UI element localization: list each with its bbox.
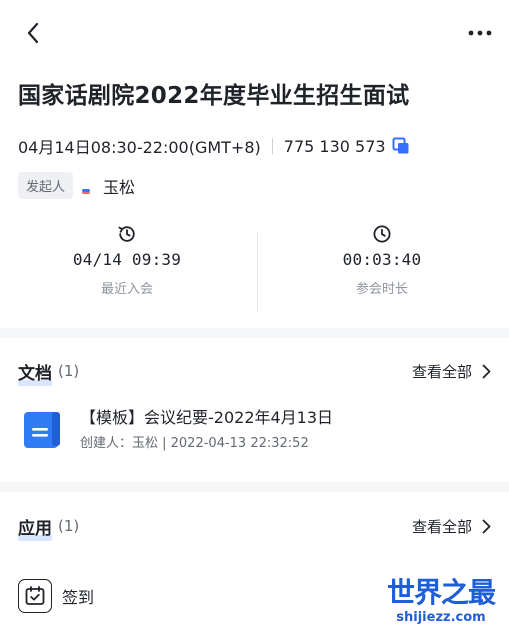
apps-count: (1) <box>58 517 80 535</box>
doc-file-icon <box>24 412 60 448</box>
back-button[interactable] <box>18 18 48 48</box>
meeting-title: 国家话剧院2022年度毕业生招生面试 <box>18 83 410 109</box>
documents-view-all-button[interactable]: 查看全部 <box>412 361 491 382</box>
document-title: 【模板】会议纪要-2022年4月13日 <box>80 408 334 427</box>
section-divider <box>0 482 509 492</box>
apps-section-header: 应用 (1) 查看全部 <box>18 511 491 541</box>
more-horizontal-icon <box>468 30 492 36</box>
documents-title: 文档 <box>18 359 52 386</box>
app-label: 签到 <box>62 588 95 607</box>
history-clock-icon <box>118 226 135 242</box>
meeting-meta: 04月14日08:30-22:00(GMT+8) 775 130 573 <box>18 134 410 158</box>
recent-join-stat: 04/14 09:39 最近入会 <box>0 218 254 318</box>
chevron-right-icon <box>482 519 491 534</box>
host-tag: 发起人 <box>18 172 74 199</box>
top-bar <box>0 0 509 64</box>
chevron-left-icon <box>27 22 39 44</box>
duration-stat: 00:03:40 参会时长 <box>255 218 509 318</box>
watermark: 世界之最 shijiezz.com <box>381 576 501 632</box>
checkin-calendar-icon <box>18 579 52 613</box>
recent-join-label: 最近入会 <box>100 282 153 297</box>
apps-view-all-button[interactable]: 查看全部 <box>412 516 491 537</box>
meta-divider <box>271 138 273 154</box>
meeting-stats: 04/14 09:39 最近入会 00:03:40 参会时长 <box>0 218 509 318</box>
avatar <box>79 177 93 195</box>
more-button[interactable] <box>465 18 495 48</box>
duration-value: 00:03:40 <box>342 250 422 269</box>
documents-section-header: 文档 (1) 查看全部 <box>18 356 491 386</box>
meeting-id: 775 130 573 <box>283 136 386 156</box>
copy-icon[interactable] <box>392 137 410 155</box>
apps-title: 应用 <box>18 514 52 541</box>
host-row: 发起人 玉松 <box>18 172 135 199</box>
watermark-sub: shijiezz.com <box>396 610 486 625</box>
meeting-time: 04月14日08:30-22:00(GMT+8) <box>18 138 261 157</box>
watermark-main: 世界之最 <box>386 576 496 609</box>
app-item-checkin[interactable]: 签到 <box>18 578 94 614</box>
document-item[interactable]: 【模板】会议纪要-2022年4月13日 创建人：玉松 | 2022-04-13 … <box>18 398 491 462</box>
documents-count: (1) <box>58 362 80 380</box>
recent-join-value: 04/14 09:39 <box>72 250 182 269</box>
section-divider <box>0 328 509 338</box>
apps-view-all-label: 查看全部 <box>411 517 472 536</box>
document-meta: 创建人：玉松 | 2022-04-13 22:32:52 <box>80 436 309 451</box>
documents-view-all-label: 查看全部 <box>411 362 472 381</box>
host-name: 玉松 <box>103 177 136 197</box>
duration-label: 参会时长 <box>355 282 408 297</box>
clock-icon <box>373 225 391 243</box>
chevron-right-icon <box>482 364 491 379</box>
